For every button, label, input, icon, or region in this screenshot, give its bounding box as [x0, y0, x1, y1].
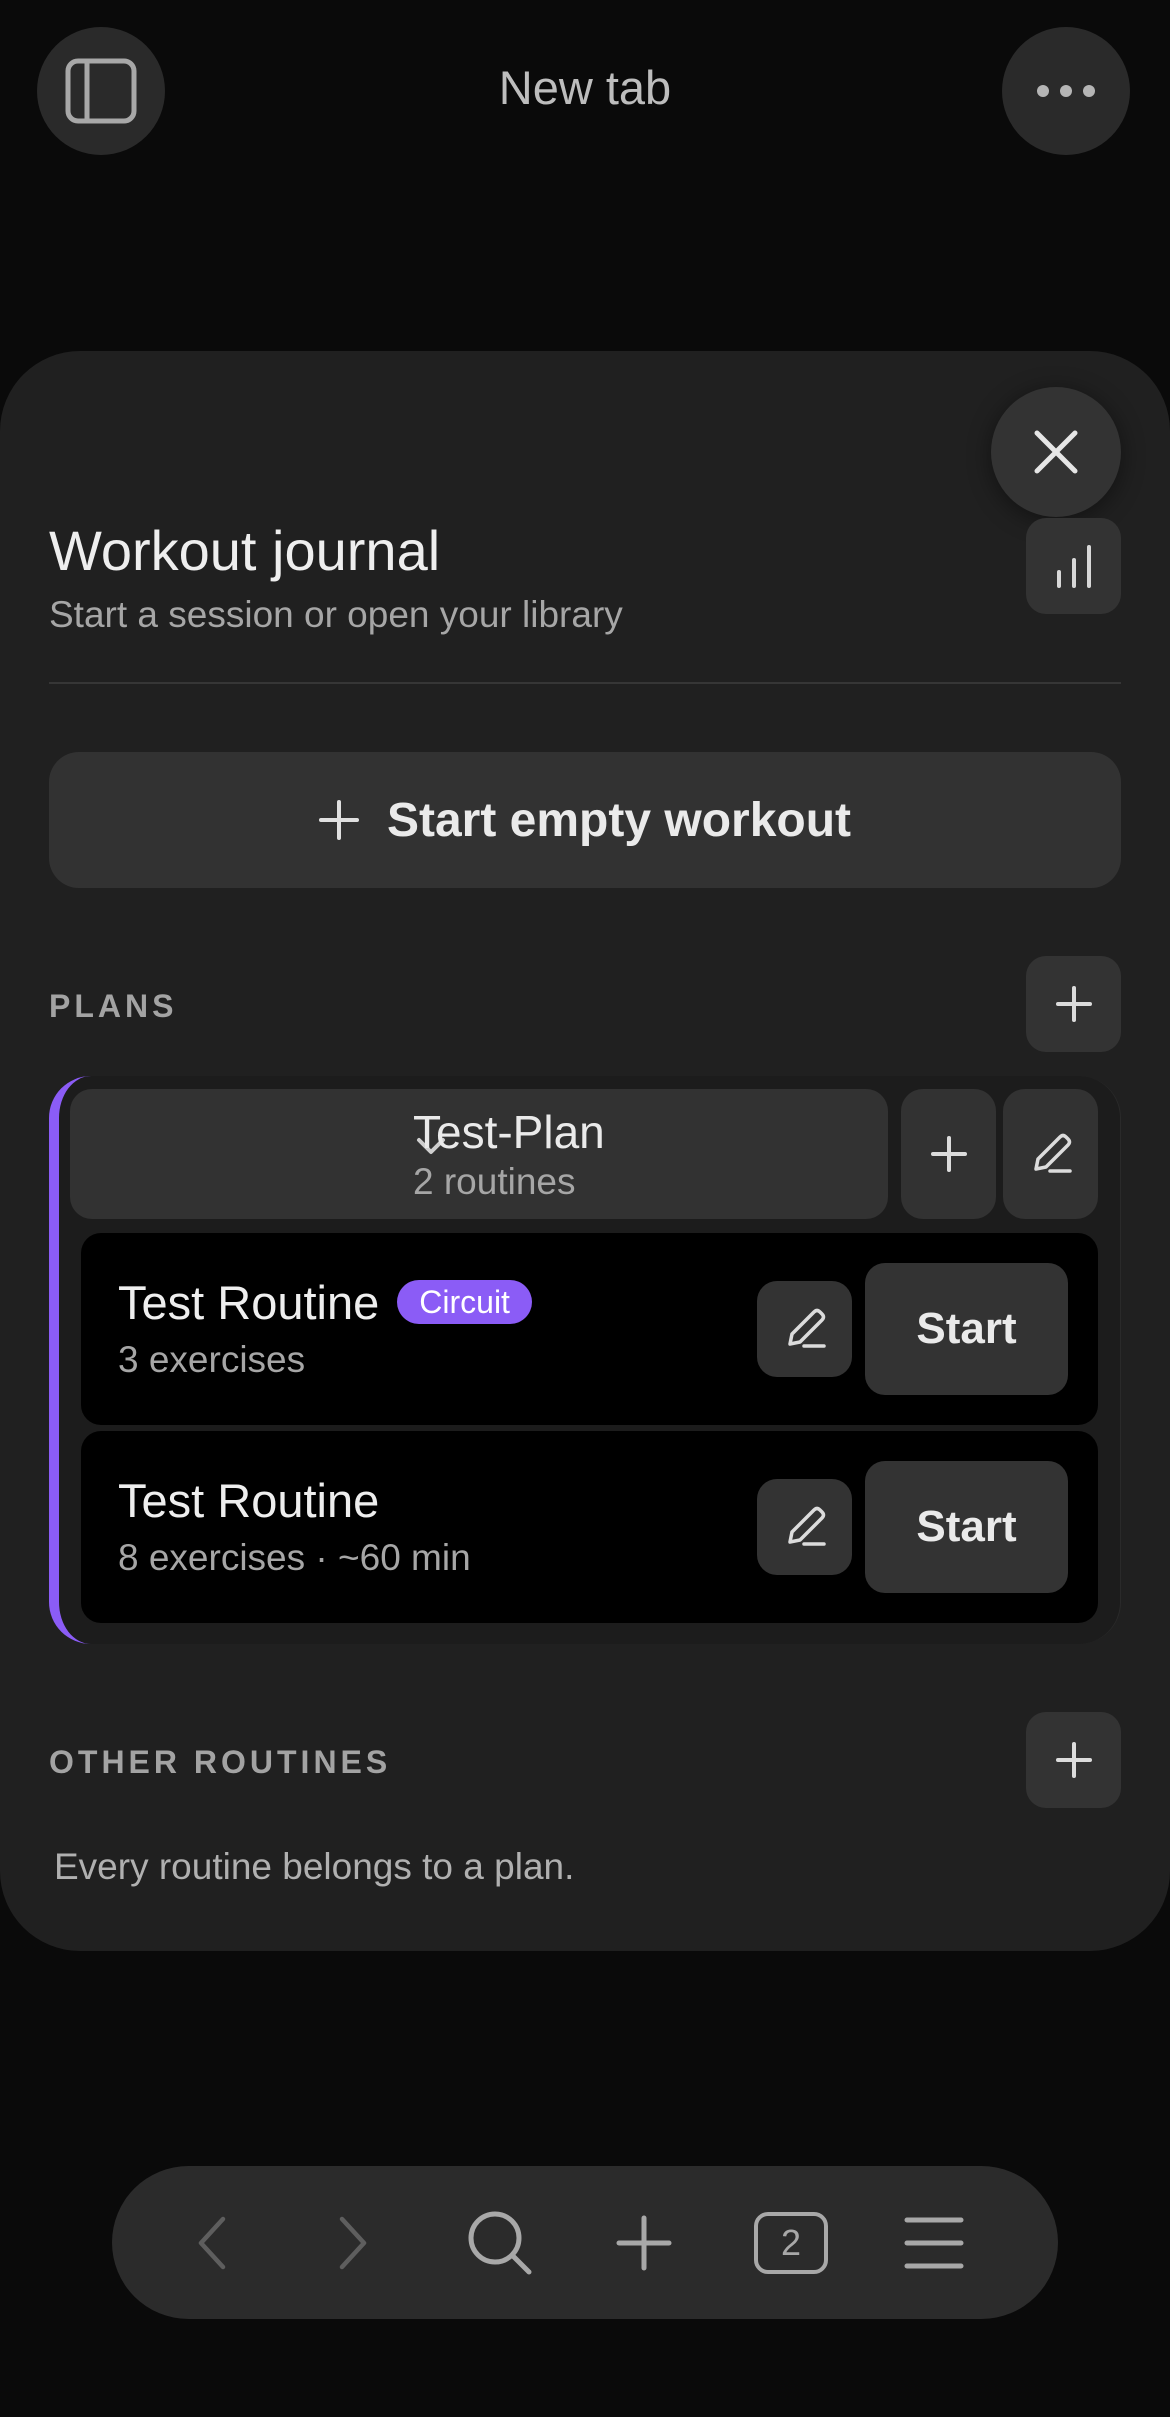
start-empty-workout-label: Start empty workout: [386, 793, 852, 847]
forward-button[interactable]: [303, 2166, 403, 2319]
tab-title: New tab: [498, 61, 672, 114]
edit-routine-button[interactable]: [757, 1479, 852, 1575]
new-tab-icon: [616, 2215, 672, 2270]
more-icon: [1037, 85, 1095, 97]
routine-card[interactable]: Test Routine 8 exercises · ~60 min Start: [81, 1431, 1098, 1623]
search-button[interactable]: [450, 2166, 550, 2319]
page-subtitle: Start a session or open your library: [49, 594, 623, 635]
forward-icon: [339, 2216, 367, 2269]
add-routine-button[interactable]: [901, 1089, 996, 1219]
plans-section-label: PLANS: [49, 988, 178, 1024]
close-icon: [1034, 430, 1078, 474]
close-button[interactable]: [991, 387, 1121, 517]
plan-routine-count: 2 routines: [413, 1161, 576, 1202]
start-empty-workout-button[interactable]: Start empty workout: [49, 752, 1121, 888]
more-button[interactable]: [1002, 27, 1130, 155]
start-routine-button[interactable]: Start: [865, 1263, 1068, 1395]
browser-toolbar: 2: [112, 2166, 1058, 2319]
plus-icon: [1055, 1742, 1092, 1778]
plan-header-toggle[interactable]: Test-Plan 2 routines: [70, 1089, 888, 1219]
page-title: Workout journal: [49, 519, 441, 582]
add-other-routine-button[interactable]: [1026, 1712, 1121, 1808]
pencil-icon: [1033, 1133, 1072, 1173]
start-routine-button[interactable]: Start: [865, 1461, 1068, 1593]
plan-name: Test-Plan: [413, 1106, 605, 1158]
routine-meta: 8 exercises · ~60 min: [118, 1537, 471, 1578]
routine-meta: 3 exercises: [118, 1339, 306, 1380]
edit-plan-button[interactable]: [1003, 1089, 1098, 1219]
divider: [49, 682, 1121, 684]
plus-icon: [930, 1136, 967, 1172]
menu-icon: [904, 2217, 964, 2268]
tabs-button[interactable]: 2: [741, 2166, 841, 2319]
tab-count: 2: [754, 2211, 828, 2274]
bar-chart-icon: [1056, 545, 1091, 588]
other-routines-empty-message: Every routine belongs to a plan.: [54, 1846, 575, 1887]
other-routines-section-label: OTHER ROUTINES: [49, 1744, 392, 1780]
circuit-badge: Circuit: [397, 1280, 532, 1324]
back-icon: [198, 2216, 226, 2269]
new-tab-button[interactable]: [594, 2166, 694, 2319]
routine-name: Test Routine: [118, 1474, 380, 1527]
pencil-icon: [787, 1308, 826, 1348]
pencil-icon: [787, 1506, 826, 1546]
add-plan-button[interactable]: [1026, 956, 1121, 1052]
routine-card[interactable]: Test Routine Circuit 3 exercises Start: [81, 1233, 1098, 1425]
search-icon: [468, 2211, 532, 2274]
routine-name: Test Routine: [118, 1276, 380, 1329]
stats-button[interactable]: [1026, 518, 1121, 614]
menu-button[interactable]: [884, 2166, 984, 2319]
plus-icon: [1055, 986, 1092, 1022]
back-button[interactable]: [162, 2166, 262, 2319]
routine-name-row: Test Routine Circuit: [118, 1275, 532, 1330]
plus-icon: [318, 800, 359, 840]
edit-routine-button[interactable]: [757, 1281, 852, 1377]
